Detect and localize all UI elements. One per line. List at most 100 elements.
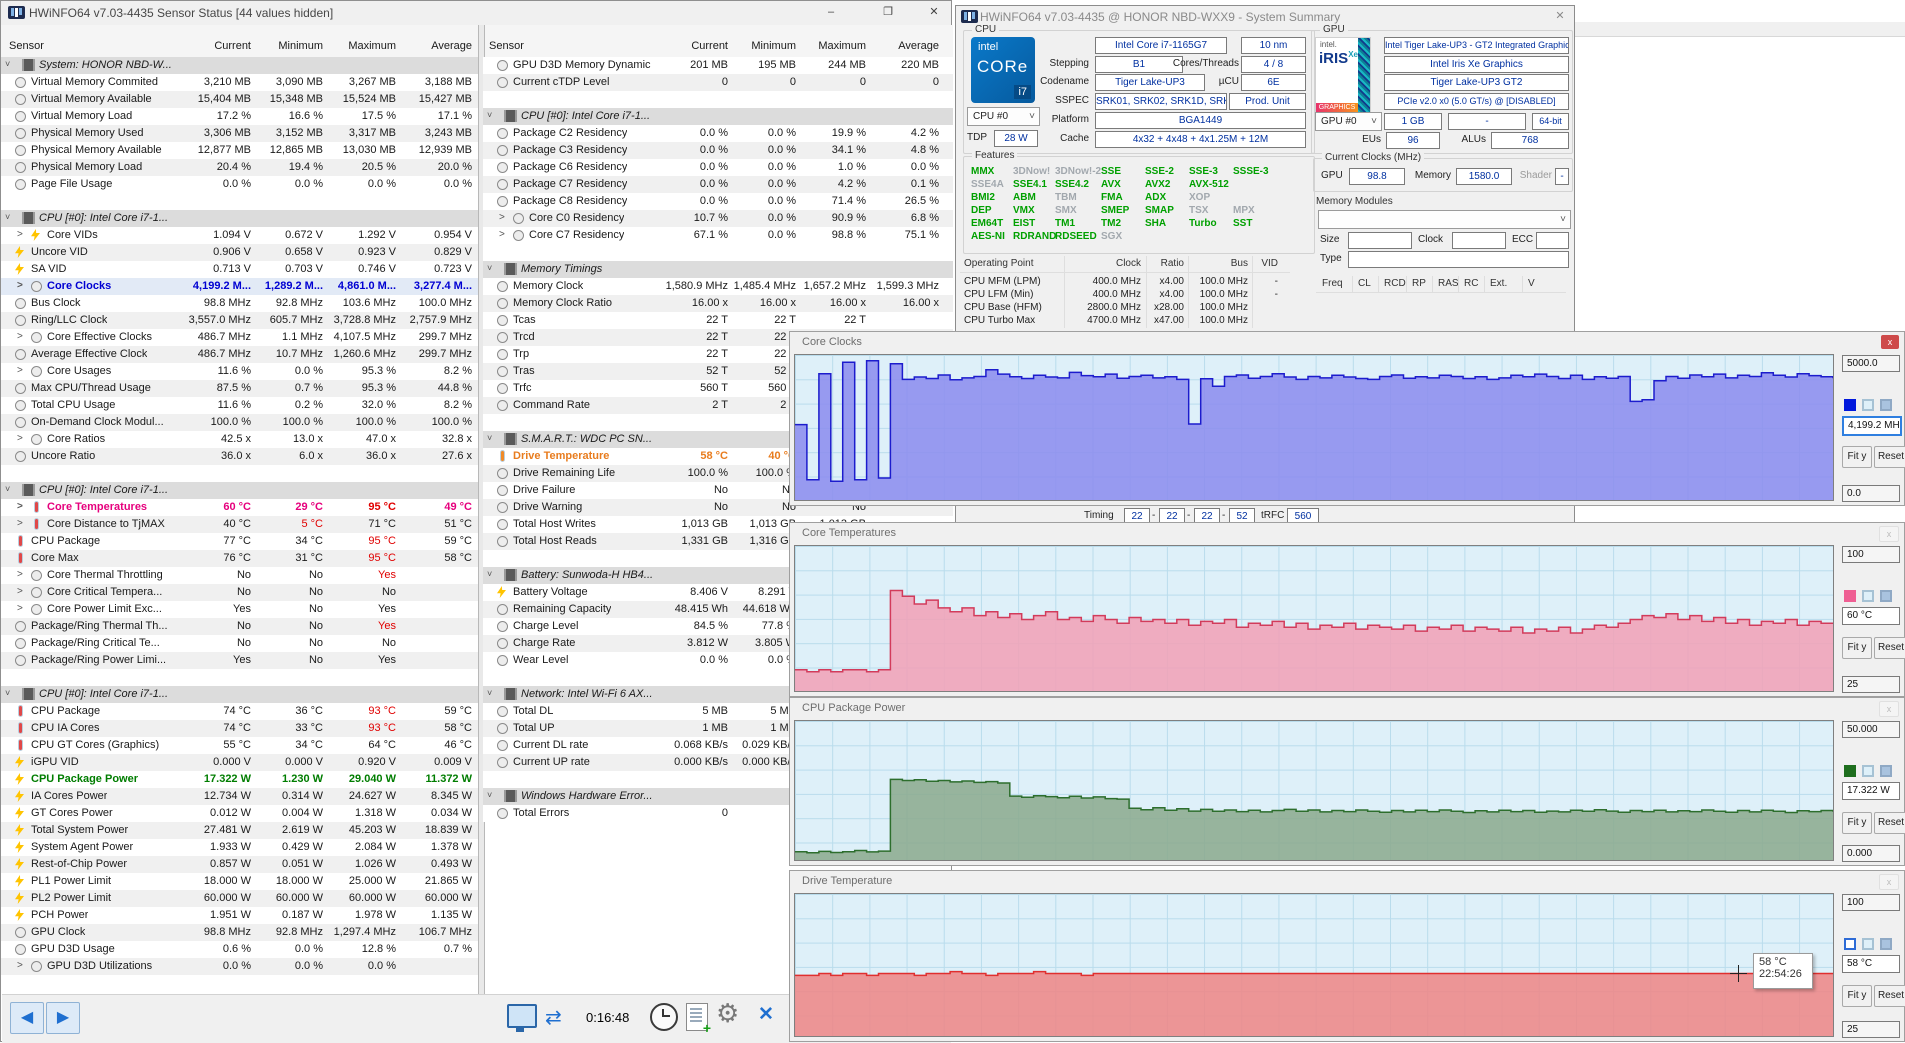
sensor-row[interactable]: Package/Ring Thermal Th...NoNoYes xyxy=(1,618,478,635)
sensor-row[interactable]: Package/Ring Power Limi...YesNoYes xyxy=(1,652,478,669)
sensor-row[interactable]: Package C3 Residency0.0 %0.0 %34.1 %4.8 … xyxy=(483,142,953,159)
sensor-row[interactable]: >Core Effective Clocks486.7 MHz1.1 MHz4,… xyxy=(1,329,478,346)
column-header-minimum[interactable]: Minimum xyxy=(732,40,796,52)
sensor-row[interactable]: Package C6 Residency0.0 %0.0 %1.0 %0.0 % xyxy=(483,159,953,176)
collapse-chevron-icon[interactable]: ˅ xyxy=(487,110,492,120)
gpu-selector-dropdown[interactable]: GPU #0 xyxy=(1315,112,1382,131)
expand-chevron-icon[interactable]: > xyxy=(499,212,505,223)
sensor-row[interactable]: GPU D3D Usage0.6 %0.0 %12.8 %0.7 % xyxy=(1,941,478,958)
sensor-row[interactable]: >Core Thermal ThrottlingNoNoYes xyxy=(1,567,478,584)
sensor-group-row[interactable]: ˅CPU [#0]: Intel Core i7-1... xyxy=(1,482,478,499)
reset-button[interactable]: Reset xyxy=(1874,446,1905,468)
move-down-button[interactable]: ▶ xyxy=(46,1002,80,1034)
expand-chevron-icon[interactable]: > xyxy=(17,960,23,971)
close-icon[interactable]: x xyxy=(1879,701,1899,717)
sensor-row[interactable]: PL2 Power Limit60.000 W60.000 W60.000 W6… xyxy=(1,890,478,907)
sensor-row[interactable]: >GPU D3D Utilizations0.0 %0.0 %0.0 % xyxy=(1,958,478,975)
fit-y-button[interactable]: Fit y xyxy=(1842,446,1872,468)
sensor-row[interactable]: >Core Power Limit Exc...YesNoYes xyxy=(1,601,478,618)
sensor-row[interactable]: >Core Distance to TjMAX40 °C5 °C71 °C51 … xyxy=(1,516,478,533)
column-header-sensor[interactable]: Sensor xyxy=(489,40,524,52)
sensor-row[interactable]: >Core Temperatures60 °C29 °C95 °C49 °C xyxy=(1,499,478,516)
sensor-row[interactable]: Max CPU/Thread Usage87.5 %0.7 %95.3 %44.… xyxy=(1,380,478,397)
sensor-row[interactable]: PL1 Power Limit18.000 W18.000 W25.000 W2… xyxy=(1,873,478,890)
expand-chevron-icon[interactable]: > xyxy=(17,229,23,240)
sensor-group-row[interactable]: ˅System: HONOR NBD-W... xyxy=(1,57,478,74)
color-swatch[interactable] xyxy=(1880,938,1892,950)
sensor-row[interactable]: >Core Usages11.6 %0.0 %95.3 %8.2 % xyxy=(1,363,478,380)
color-swatch[interactable] xyxy=(1862,590,1874,602)
collapse-chevron-icon[interactable]: ˅ xyxy=(487,790,492,800)
sensor-row[interactable]: Physical Memory Available12,877 MB12,865… xyxy=(1,142,478,159)
sensor-row[interactable]: CPU Package74 °C36 °C93 °C59 °C xyxy=(1,703,478,720)
current-value-field[interactable]: 60 °C xyxy=(1842,607,1900,625)
sensor-group-row[interactable]: ˅CPU [#0]: Intel Core i7-1... xyxy=(1,210,478,227)
sensor-row[interactable]: Uncore Ratio36.0 x6.0 x36.0 x27.6 x xyxy=(1,448,478,465)
close-button[interactable]: ✕ xyxy=(1550,8,1570,25)
scale-min-field[interactable]: 0.0 xyxy=(1842,485,1900,502)
fit-y-button[interactable]: Fit y xyxy=(1842,985,1872,1007)
sensor-row[interactable]: >Core C0 Residency10.7 %0.0 %90.9 %6.8 % xyxy=(483,210,953,227)
scale-min-field[interactable]: 25 xyxy=(1842,1021,1900,1038)
sensor-row[interactable]: On-Demand Clock Modul...100.0 %100.0 %10… xyxy=(1,414,478,431)
scale-min-field[interactable]: 25 xyxy=(1842,676,1900,693)
sensor-row[interactable]: GPU Clock98.8 MHz92.8 MHz1,297.4 MHz106.… xyxy=(1,924,478,941)
sensor-row[interactable]: Package C8 Residency0.0 %0.0 %71.4 %26.5… xyxy=(483,193,953,210)
current-value-field[interactable]: 58 °C xyxy=(1842,955,1900,973)
color-swatch[interactable] xyxy=(1844,765,1856,777)
collapse-chevron-icon[interactable]: ˅ xyxy=(487,263,492,273)
collapse-chevron-icon[interactable]: ˅ xyxy=(487,569,492,579)
panel2-header[interactable]: Sensor Current Minimum Maximum Average xyxy=(483,25,953,58)
sensor-row[interactable]: Memory Clock1,580.9 MHz1,485.4 MHz1,657.… xyxy=(483,278,953,295)
collapse-chevron-icon[interactable]: ˅ xyxy=(5,484,10,494)
sensor-row[interactable]: >Core VIDs1.094 V0.672 V1.292 V0.954 V xyxy=(1,227,478,244)
sensor-group-row[interactable]: ˅CPU [#0]: Intel Core i7-1... xyxy=(1,686,478,703)
collapse-chevron-icon[interactable]: ˅ xyxy=(487,433,492,443)
move-up-button[interactable]: ◀ xyxy=(10,1002,44,1034)
close-button[interactable]: ✕ xyxy=(919,4,949,21)
close-icon[interactable]: x xyxy=(1879,874,1899,890)
sensor-row[interactable]: Physical Memory Used3,306 MB3,152 MB3,31… xyxy=(1,125,478,142)
sensor-row[interactable]: Virtual Memory Load17.2 %16.6 %17.5 %17.… xyxy=(1,108,478,125)
scale-min-field[interactable]: 0.000 xyxy=(1842,845,1900,862)
sensor-row[interactable]: Package/Ring Critical Te...NoNoNo xyxy=(1,635,478,652)
sensor-row[interactable]: Current cTDP Level0000 xyxy=(483,74,953,91)
column-header-average[interactable]: Average xyxy=(402,40,472,52)
graph-plot-area[interactable] xyxy=(794,720,1834,861)
column-header-average[interactable]: Average xyxy=(871,40,939,52)
sensor-row[interactable]: GPU D3D Memory Dynamic201 MB195 MB244 MB… xyxy=(483,57,953,74)
sensor-row[interactable]: SA VID0.713 V0.703 V0.746 V0.723 V xyxy=(1,261,478,278)
collapse-chevron-icon[interactable]: ˅ xyxy=(5,212,10,222)
sensor-row[interactable]: IA Cores Power12.734 W0.314 W24.627 W8.3… xyxy=(1,788,478,805)
column-header-current[interactable]: Current xyxy=(184,40,251,52)
sensor-row[interactable]: System Agent Power1.933 W0.429 W2.084 W1… xyxy=(1,839,478,856)
color-swatch[interactable] xyxy=(1862,399,1874,411)
sensor-row[interactable]: Ring/LLC Clock3,557.0 MHz605.7 MHz3,728.… xyxy=(1,312,478,329)
graph-plot-area[interactable] xyxy=(794,354,1834,501)
sensor-row[interactable]: >Core C7 Residency67.1 %0.0 %98.8 %75.1 … xyxy=(483,227,953,244)
column-header-minimum[interactable]: Minimum xyxy=(257,40,323,52)
sensor-row[interactable]: PCH Power1.951 W0.187 W1.978 W1.135 W xyxy=(1,907,478,924)
collapse-chevron-icon[interactable]: ˅ xyxy=(487,688,492,698)
expand-chevron-icon[interactable]: > xyxy=(499,229,505,240)
settings-gear-icon[interactable]: ⚙ xyxy=(716,998,739,1029)
expand-chevron-icon[interactable]: > xyxy=(17,569,23,580)
column-header-current[interactable]: Current xyxy=(661,40,728,52)
sensor-row[interactable]: Total CPU Usage11.6 %0.2 %32.0 %8.2 % xyxy=(1,397,478,414)
graph-plot-area[interactable] xyxy=(794,545,1834,692)
sync-icon[interactable]: ⇄ xyxy=(545,1005,562,1030)
scale-max-field[interactable]: 100 xyxy=(1842,546,1900,563)
sensor-row[interactable]: Uncore VID0.906 V0.658 V0.923 V0.829 V xyxy=(1,244,478,261)
sensor-row[interactable]: Core Max76 °C31 °C95 °C58 °C xyxy=(1,550,478,567)
color-swatch[interactable] xyxy=(1844,938,1856,950)
column-header-maximum[interactable]: Maximum xyxy=(801,40,866,52)
color-swatch[interactable] xyxy=(1844,399,1856,411)
column-header-sensor[interactable]: Sensor xyxy=(9,40,44,52)
sensor-row[interactable]: >Core Clocks4,199.2 M...1,289.2 M...4,86… xyxy=(1,278,478,295)
sensor-row[interactable]: Virtual Memory Available15,404 MB15,348 … xyxy=(1,91,478,108)
sensor-title-bar[interactable]: HWiNFO64 v7.03-4435 Sensor Status [44 va… xyxy=(1,1,951,26)
sensor-group-row[interactable]: ˅Memory Timings xyxy=(483,261,953,278)
color-swatch[interactable] xyxy=(1880,399,1892,411)
close-icon[interactable]: x xyxy=(1879,526,1899,542)
sensor-row[interactable]: >Core Critical Tempera...NoNoNo xyxy=(1,584,478,601)
